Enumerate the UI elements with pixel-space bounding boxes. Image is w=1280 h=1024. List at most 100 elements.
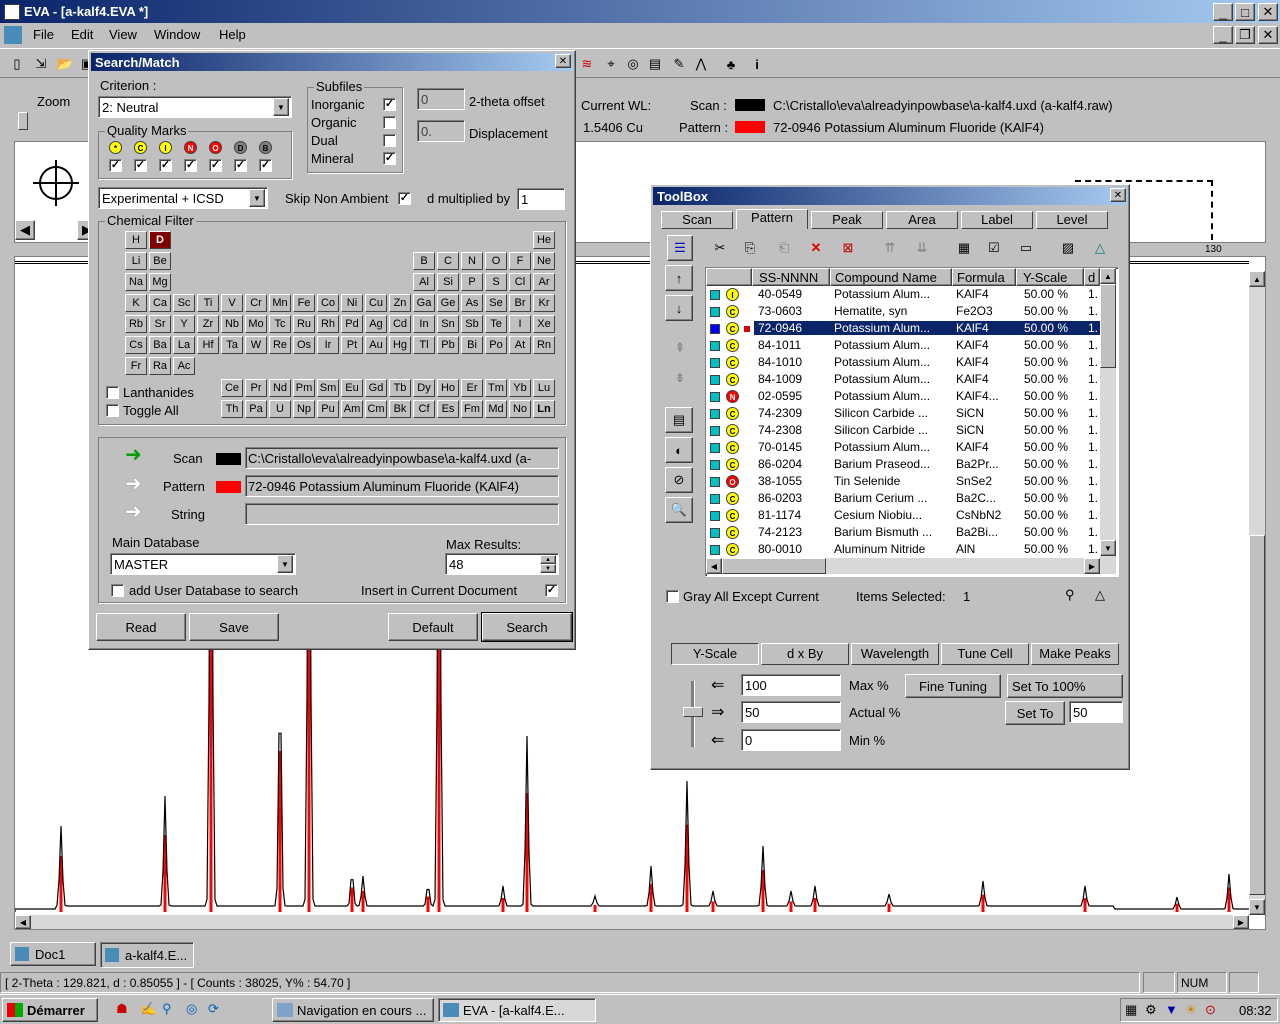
table-scroll-right[interactable]: ▶ [1084,558,1100,574]
plot-hscrollbar[interactable]: ◀ ▶ [15,915,1249,929]
table-scroll-thumb[interactable] [1100,284,1116,368]
col-name[interactable]: Compound Name [830,268,952,286]
element-Zr[interactable]: Zr [197,315,219,333]
quicklaunch-icon-3[interactable]: ⚲ [162,1001,172,1017]
table-row[interactable]: C 84-1011 Potassium Alum... KAlF4 50.00 % 1. [706,337,1100,354]
cut-icon[interactable]: ✂ [709,237,731,259]
subfile-checkbox[interactable] [383,116,396,129]
bottom-tab-0[interactable]: Y-Scale [671,643,759,665]
element-C[interactable]: C [437,252,459,270]
element-Tm[interactable]: Tm [485,379,507,397]
collapse-icon[interactable]: △ [1095,587,1105,603]
element-Xe[interactable]: Xe [533,315,555,333]
doc-minimize-button[interactable]: _ [1213,26,1233,44]
element-Zn[interactable]: Zn [389,294,411,312]
twotheta-offset-field[interactable]: 0 [417,88,465,110]
palette-button[interactable]: ◐ [665,437,693,463]
doc-icon[interactable] [4,26,22,44]
element-Cf[interactable]: Cf [413,400,435,418]
doc-close-button[interactable]: ✕ [1258,26,1278,44]
element-At[interactable]: At [509,336,531,354]
element-Te[interactable]: Te [485,315,507,333]
element-Ba[interactable]: Ba [149,336,171,354]
table-scroll-up[interactable]: ▲ [1100,268,1116,284]
element-Ne[interactable]: Ne [533,252,555,270]
minimize-button[interactable]: _ [1213,3,1233,21]
set-to-field[interactable]: 50 [1069,701,1123,723]
search-match-title-bar[interactable]: Search/Match [91,53,573,71]
main-db-select[interactable]: MASTER ▼ [110,553,296,575]
checklist-icon[interactable]: ☑ [983,237,1005,259]
element-Bi[interactable]: Bi [461,336,483,354]
menu-view[interactable]: View [109,27,137,42]
table-hscrollbar[interactable]: ◀ ▶ [706,558,1116,574]
database-dropdown-arrow[interactable]: ▼ [249,189,265,207]
element-Mg[interactable]: Mg [149,273,171,291]
element-Ag[interactable]: Ag [365,315,387,333]
quicklaunch-icon-1[interactable]: ☗ [116,1001,128,1017]
element-K[interactable]: K [125,294,147,312]
element-Lu[interactable]: Lu [533,379,555,397]
element-As[interactable]: As [461,294,483,312]
element-H[interactable]: H [125,231,147,249]
close-button[interactable]: ✕ [1258,3,1278,21]
toolbox-tab-label[interactable]: Label [961,211,1033,229]
ref-string-field[interactable] [245,503,559,525]
table-row[interactable]: C 84-1009 Potassium Alum... KAlF4 50.00 % 1. [706,371,1100,388]
area-tool-icon[interactable]: ▤ [644,53,666,75]
col-d[interactable]: d [1084,268,1100,286]
element-Al[interactable]: Al [413,273,435,291]
element-Li[interactable]: Li [125,252,147,270]
element-Fm[interactable]: Fm [461,400,483,418]
tray-icon-4[interactable]: ☀ [1185,1002,1197,1018]
element-Tl[interactable]: Tl [413,336,435,354]
element-Md[interactable]: Md [485,400,507,418]
bottom-tab-1[interactable]: d x By [761,643,849,665]
element-Pm[interactable]: Pm [293,379,315,397]
start-button[interactable]: Démarrer [2,998,98,1022]
max-results-up[interactable]: ▲ [540,555,556,564]
table-vscrollbar[interactable]: ▲ ▼ [1100,268,1116,558]
toolbox-tab-pattern[interactable]: Pattern [736,209,808,229]
element-Fr[interactable]: Fr [125,357,147,375]
element-Dy[interactable]: Dy [413,379,435,397]
open-icon[interactable]: 📂 [54,53,76,75]
d-multiplied-field[interactable]: 1 [517,188,565,210]
quality-mark-checkbox[interactable]: ✓ [159,159,172,172]
pin-icon[interactable]: ⚲ [1065,587,1075,603]
cursor-tool-icon[interactable]: ⌖ [600,53,622,75]
doc-restore-button[interactable]: ❐ [1235,26,1255,44]
element-Sb[interactable]: Sb [461,315,483,333]
plot-scroll-down[interactable]: ▼ [1249,899,1265,915]
select-icon[interactable]: ▭ [1015,237,1037,259]
element-Po[interactable]: Po [485,336,507,354]
bottom-tab-3[interactable]: Tune Cell [941,643,1029,665]
task-navigation[interactable]: Navigation en cours ... [272,998,434,1022]
table-row[interactable]: C 86-0203 Barium Cerium ... Ba2C... 50.00 % 1… [706,490,1100,507]
menu-help[interactable]: Help [219,27,246,42]
element-Ra[interactable]: Ra [149,357,171,375]
link-button[interactable]: ⊘ [665,467,693,493]
plot-scroll-left[interactable]: ◀ [15,915,31,929]
delete-all-icon[interactable]: ⊠ [837,237,859,259]
ref-scan-field[interactable]: C:\Cristallo\eva\alreadyinpowbase\a-kalf… [245,447,559,469]
table-row[interactable]: C 74-2308 Silicon Carbide ... SiCN 50.00 % 1. [706,422,1100,439]
element-Mn[interactable]: Mn [269,294,291,312]
quicklaunch-icon-2[interactable]: ✍ [140,1001,156,1017]
copy-icon[interactable]: ⎘ [739,237,761,259]
element-Fe[interactable]: Fe [293,294,315,312]
doc-tab-akalf4[interactable]: a-kalf4.E... [100,942,194,968]
move-row-down-button[interactable]: ↓ [665,295,693,321]
table-row[interactable]: N 02-0595 Potassium Alum... KAlF4... 50.00 %… [706,388,1100,405]
element-F[interactable]: F [509,252,531,270]
table-row[interactable]: C 73-0603 Hematite, syn Fe2O3 50.00 % 1. [706,303,1100,320]
element-Os[interactable]: Os [293,336,315,354]
paste-icon[interactable]: ⎗ [773,237,795,259]
plot-scroll-up[interactable]: ▲ [1249,271,1265,287]
table-row[interactable]: C 74-2309 Silicon Carbide ... SiCN 50.00 % 1. [706,405,1100,422]
maximize-button[interactable]: □ [1235,3,1255,21]
element-Rb[interactable]: Rb [125,315,147,333]
element-Kr[interactable]: Kr [533,294,555,312]
element-Es[interactable]: Es [437,400,459,418]
table-scroll-left[interactable]: ◀ [706,558,722,574]
